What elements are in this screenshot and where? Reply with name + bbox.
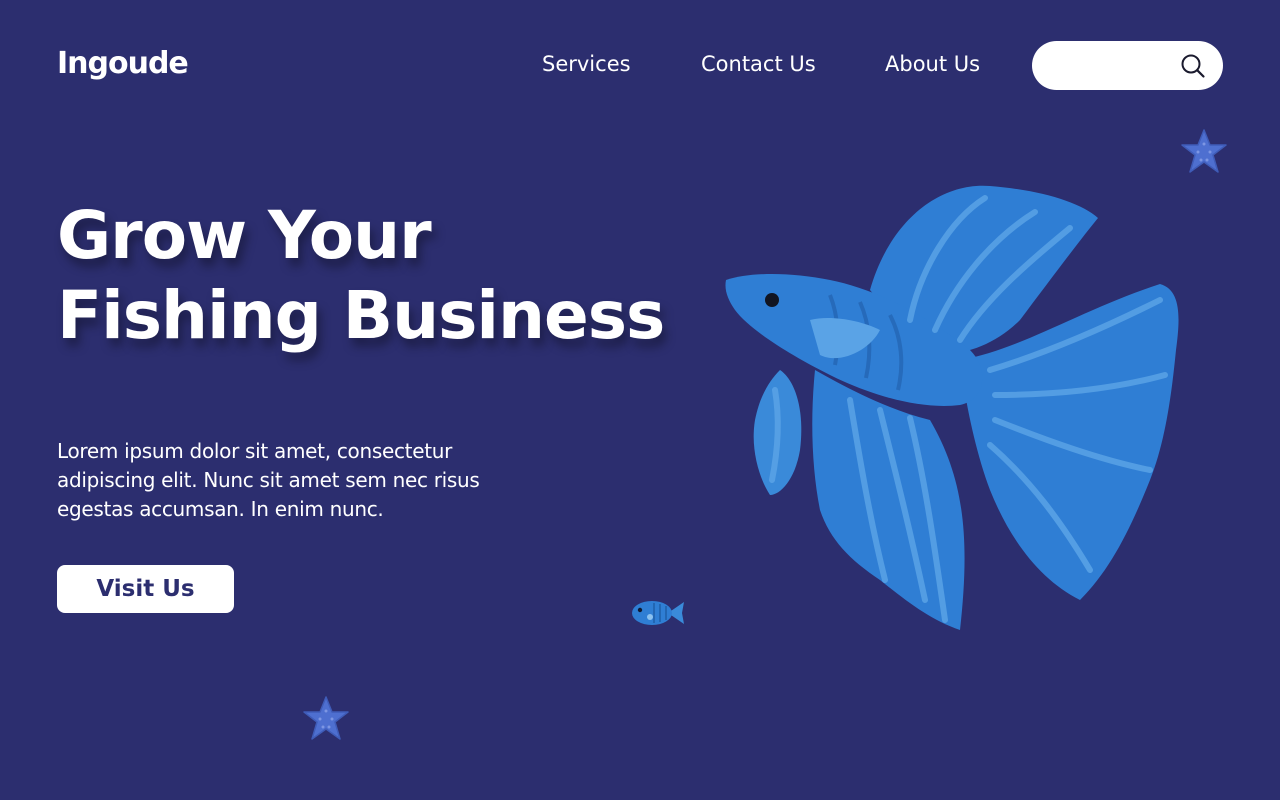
nav-contact-us[interactable]: Contact Us bbox=[701, 52, 816, 76]
nav-services[interactable]: Services bbox=[542, 52, 631, 76]
hero-title: Grow Your Fishing Business bbox=[57, 196, 665, 356]
search-bar bbox=[1032, 41, 1223, 90]
hero-title-line-1: Grow Your bbox=[57, 197, 432, 274]
starfish-icon bbox=[303, 696, 349, 740]
starfish-icon bbox=[1181, 129, 1227, 173]
search-icon[interactable] bbox=[1180, 53, 1206, 79]
hero-title-line-2: Fishing Business bbox=[57, 277, 665, 354]
brand-logo[interactable]: Ingoude bbox=[57, 46, 189, 81]
small-fish-illustration bbox=[632, 601, 684, 625]
hero-description: Lorem ipsum dolor sit amet, consectetur … bbox=[57, 439, 480, 521]
betta-fish-illustration bbox=[725, 185, 1179, 630]
search-input[interactable] bbox=[1052, 53, 1172, 78]
visit-us-button[interactable]: Visit Us bbox=[57, 565, 234, 613]
nav-about-us[interactable]: About Us bbox=[885, 52, 980, 76]
